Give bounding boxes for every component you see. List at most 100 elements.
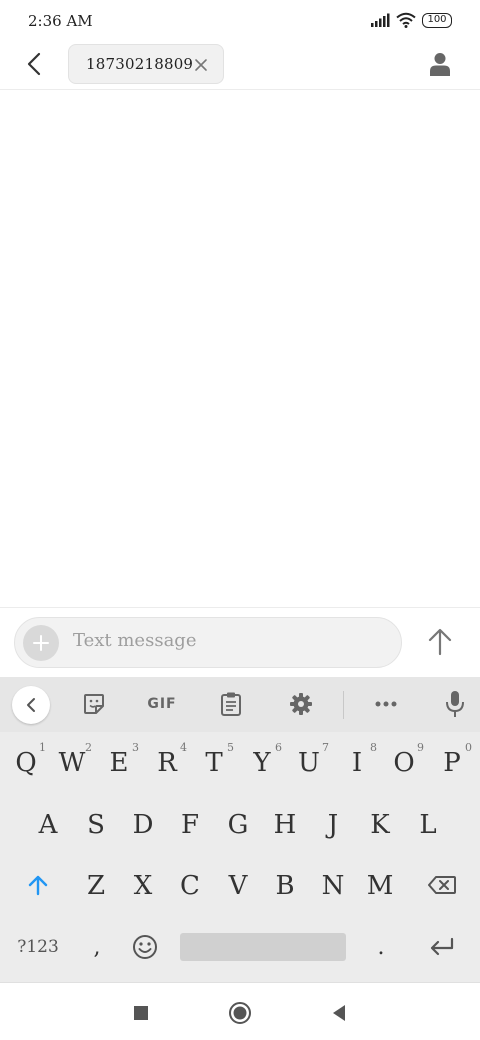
space-bar[interactable]	[180, 933, 346, 961]
sticker-icon	[84, 694, 104, 714]
clipboard-button[interactable]	[216, 689, 246, 719]
recents-square-icon	[134, 1006, 148, 1020]
key-c[interactable]: C	[168, 858, 212, 914]
key-y[interactable]: Y6	[240, 735, 284, 791]
key-a[interactable]: A	[26, 797, 70, 853]
period-key[interactable]: .	[364, 927, 398, 967]
enter-key[interactable]	[420, 927, 464, 967]
key-number-hint: 1	[39, 741, 46, 754]
back-nav-button[interactable]	[325, 999, 353, 1027]
recents-button[interactable]	[127, 999, 155, 1027]
more-icon	[375, 701, 397, 707]
key-d[interactable]: D	[121, 797, 165, 853]
recipient-chip[interactable]: 18730218809	[68, 44, 224, 84]
backspace-key[interactable]	[420, 857, 464, 913]
key-h[interactable]: H	[263, 797, 307, 853]
key-label: J	[327, 810, 339, 840]
comma-key[interactable]: ,	[80, 927, 114, 967]
key-g[interactable]: G	[216, 797, 260, 853]
key-v[interactable]: V	[216, 858, 260, 914]
symbols-key[interactable]: ?123	[12, 927, 64, 967]
status-icons: 100	[370, 12, 452, 28]
home-circle-icon	[229, 1002, 251, 1024]
key-p[interactable]: P0	[430, 735, 474, 791]
key-number-hint: 9	[417, 741, 424, 754]
key-k[interactable]: K	[358, 797, 402, 853]
clipboard-icon	[221, 692, 241, 716]
key-s[interactable]: S	[74, 797, 118, 853]
gear-icon	[290, 693, 312, 715]
key-number-hint: 7	[322, 741, 329, 754]
status-time: 2:36 AM	[28, 12, 93, 30]
keyboard-toolbar: GIF	[0, 677, 480, 732]
close-icon[interactable]	[193, 57, 209, 73]
arrow-up-icon[interactable]	[424, 626, 456, 658]
key-e[interactable]: E3	[97, 735, 141, 791]
recipient-number: 18730218809	[86, 55, 194, 73]
key-n[interactable]: N	[311, 858, 355, 914]
key-m[interactable]: M	[358, 858, 402, 914]
sticker-button[interactable]	[79, 689, 109, 719]
settings-button[interactable]	[286, 689, 316, 719]
enter-icon	[430, 937, 454, 956]
key-label: L	[419, 810, 437, 840]
key-o[interactable]: O9	[382, 735, 426, 791]
key-number-hint: 2	[85, 741, 92, 754]
back-button[interactable]	[18, 48, 50, 80]
key-number-hint: 6	[275, 741, 282, 754]
key-u[interactable]: U7	[287, 735, 331, 791]
shift-arrow-icon	[28, 875, 48, 896]
signal-icon	[371, 13, 390, 27]
key-t[interactable]: T5	[192, 735, 236, 791]
key-label: Q	[15, 748, 37, 778]
gif-button[interactable]: GIF	[142, 689, 182, 719]
key-r[interactable]: R4	[145, 735, 189, 791]
conversation-header: 18730218809	[0, 42, 480, 90]
keyboard: GIF Q 1 W 2 E 3 R 4 T 5 Y 6 U 7 I 8 O 9 …	[0, 677, 480, 982]
key-label: B	[275, 871, 295, 901]
key-q[interactable]: Q1	[4, 735, 48, 791]
key-label: V	[228, 871, 248, 901]
compose-field[interactable]: Text message	[14, 617, 402, 668]
attach-button[interactable]	[23, 625, 59, 661]
key-l[interactable]: L	[406, 797, 450, 853]
key-label: N	[321, 871, 345, 901]
key-label: W	[58, 748, 86, 778]
shift-key[interactable]	[18, 857, 58, 913]
home-button[interactable]	[226, 999, 254, 1027]
message-area	[0, 91, 480, 606]
toolbar-divider	[343, 691, 344, 719]
battery-icon: 100	[422, 12, 452, 28]
microphone-icon	[446, 691, 464, 717]
person-icon[interactable]	[426, 50, 454, 78]
key-number-hint: 4	[180, 741, 187, 754]
key-j[interactable]: J	[311, 797, 355, 853]
key-i[interactable]: I8	[335, 735, 379, 791]
key-label: A	[38, 810, 58, 840]
key-label: F	[180, 810, 200, 840]
key-number-hint: 8	[370, 741, 377, 754]
key-label: P	[443, 748, 461, 778]
plus-icon	[33, 635, 49, 651]
wifi-icon	[396, 12, 416, 28]
key-label: H	[273, 810, 297, 840]
key-z[interactable]: Z	[74, 858, 118, 914]
emoji-key[interactable]	[126, 927, 164, 967]
key-label: T	[205, 748, 223, 778]
collapse-toolbar-button[interactable]	[12, 686, 50, 724]
key-label: K	[370, 810, 390, 840]
more-button[interactable]	[371, 689, 401, 719]
back-triangle-icon	[333, 1005, 345, 1021]
navigation-bar	[0, 982, 480, 1040]
key-label: G	[227, 810, 249, 840]
key-f[interactable]: F	[168, 797, 212, 853]
message-input[interactable]: Text message	[73, 630, 196, 651]
key-number-hint: 0	[465, 741, 472, 754]
status-bar: 2:36 AM 100	[0, 0, 480, 42]
key-b[interactable]: B	[263, 858, 307, 914]
key-x[interactable]: X	[121, 858, 165, 914]
key-w[interactable]: W2	[50, 735, 94, 791]
composer: Text message	[0, 607, 480, 677]
voice-input-button[interactable]	[440, 689, 470, 719]
key-number-hint: 5	[227, 741, 234, 754]
